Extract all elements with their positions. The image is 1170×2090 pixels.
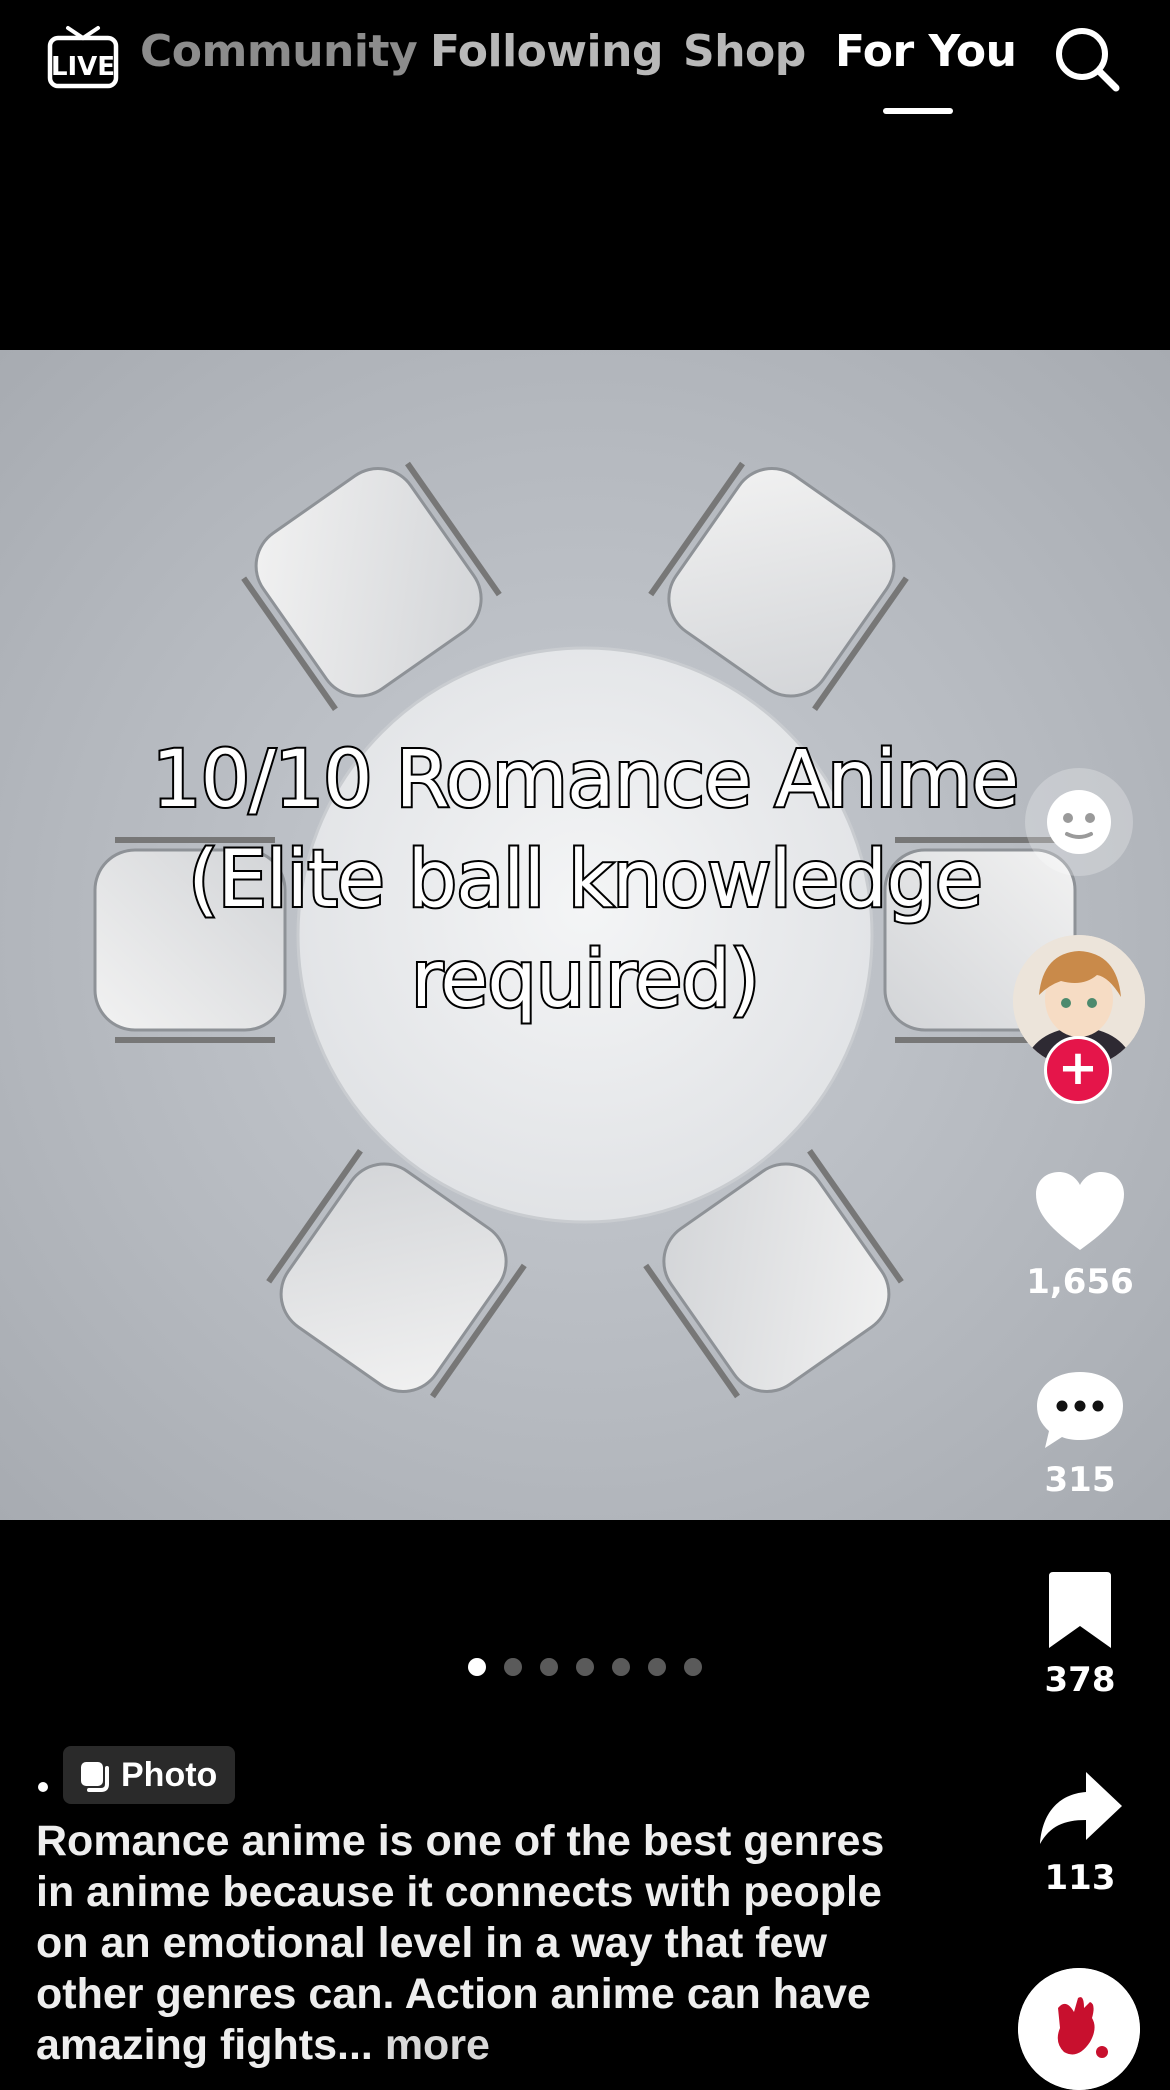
like-button[interactable]: 1,656 (1010, 1170, 1150, 1302)
heart-icon (1036, 1172, 1124, 1250)
carousel-dot-2[interactable] (504, 1658, 522, 1676)
overlay-title-line-2: (Elite ball knowledge (186, 833, 985, 927)
caption-more-link[interactable]: more (385, 2021, 490, 2069)
overlay-title: 10/10 Romance Anime (Elite ball knowledg… (110, 730, 1060, 1030)
post-photo[interactable]: 10/10 Romance Anime (Elite ball knowledg… (0, 350, 1170, 1520)
save-count: 378 (1044, 1660, 1116, 1700)
tab-community[interactable]: Community (140, 26, 418, 77)
photo-badge: Photo (63, 1746, 236, 1804)
comment-count: 315 (1044, 1460, 1116, 1500)
carousel-dot-3[interactable] (540, 1658, 558, 1676)
carousel-dot-4[interactable] (576, 1658, 594, 1676)
share-button[interactable]: 113 (1010, 1768, 1150, 1898)
tab-shop[interactable]: Shop (683, 26, 806, 77)
comment-button[interactable]: 315 (1010, 1368, 1150, 1500)
carousel-dot-5[interactable] (612, 1658, 630, 1676)
share-icon (1040, 1772, 1122, 1844)
carousel-dot-1[interactable] (468, 1658, 486, 1676)
active-tab-indicator (883, 108, 953, 114)
search-icon[interactable] (1052, 24, 1122, 94)
photo-badge-label: Photo (121, 1755, 218, 1794)
tab-for-you[interactable]: For You (835, 26, 1017, 77)
comment-icon (1037, 1372, 1123, 1448)
like-count: 1,656 (1026, 1262, 1134, 1302)
live-label: LIVE (51, 52, 115, 82)
top-navigation: LIVE Community Following Shop For You (0, 0, 1170, 120)
save-button[interactable]: 378 (1010, 1570, 1150, 1700)
effect-face-icon[interactable] (1025, 768, 1133, 876)
live-icon[interactable]: LIVE (46, 20, 120, 90)
share-count: 113 (1044, 1858, 1116, 1898)
post-caption[interactable]: Romance anime is one of the best genres … (36, 1816, 886, 2071)
bookmark-icon (1049, 1572, 1111, 1648)
follow-plus-button[interactable]: + (1044, 1036, 1112, 1104)
tab-following[interactable]: Following (430, 26, 663, 77)
carousel-dot-7[interactable] (684, 1658, 702, 1676)
carousel-dot-6[interactable] (648, 1658, 666, 1676)
photo-stack-icon (81, 1762, 109, 1792)
overlay-title-line-3: required) (409, 933, 762, 1027)
overlay-title-line-1: 10/10 Romance Anime (150, 733, 1021, 827)
music-disc-icon[interactable] (1018, 1968, 1140, 2090)
username-dot[interactable] (38, 1782, 48, 1792)
